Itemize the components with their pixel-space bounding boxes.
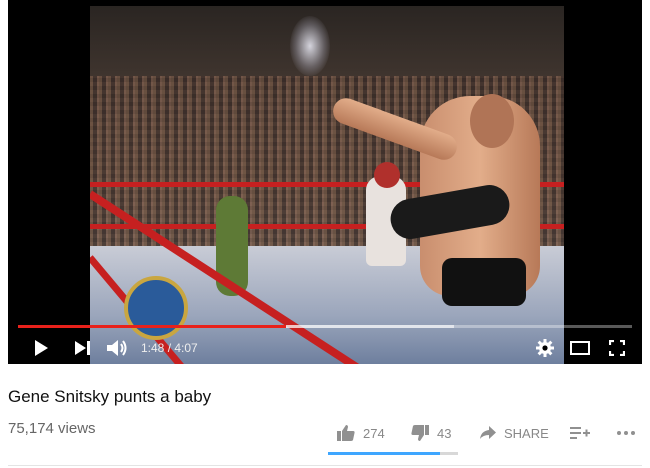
more-options-icon xyxy=(617,431,635,435)
add-to-playlist-icon xyxy=(570,427,590,439)
progress-bar[interactable] xyxy=(18,325,632,328)
share-button[interactable]: SHARE xyxy=(480,422,549,444)
mute-button[interactable] xyxy=(106,338,130,358)
fullscreen-button[interactable] xyxy=(606,338,628,358)
player-controls: 1:48 / 4:07 xyxy=(8,334,642,362)
referee-head xyxy=(374,162,400,188)
like-button[interactable]: 274 xyxy=(337,422,385,444)
video-title: Gene Snitsky punts a baby xyxy=(8,387,212,406)
time-display: 1:48 / 4:07 xyxy=(141,341,198,355)
event-logo xyxy=(124,276,188,340)
divider xyxy=(8,465,642,466)
share-label: SHARE xyxy=(504,425,549,441)
next-button[interactable] xyxy=(72,338,94,358)
next-icon xyxy=(75,341,90,355)
add-to-playlist-button[interactable] xyxy=(570,422,590,444)
arena-light xyxy=(290,16,330,76)
wrestler-head xyxy=(470,94,514,148)
view-count: 75,174 views xyxy=(8,420,96,437)
gear-icon xyxy=(536,339,554,357)
theater-mode-button[interactable] xyxy=(568,338,592,358)
theater-mode-icon xyxy=(570,341,590,355)
wrestler-trunks xyxy=(442,258,526,306)
sentiment-bar xyxy=(328,452,458,455)
progress-played xyxy=(18,325,287,328)
video-frame[interactable] xyxy=(90,6,564,364)
volume-icon xyxy=(107,340,127,356)
settings-button[interactable] xyxy=(534,338,556,358)
play-button[interactable] xyxy=(30,338,52,358)
video-player[interactable]: 1:48 / 4:07 xyxy=(8,0,642,364)
dislike-count: 43 xyxy=(437,425,452,441)
thumbs-up-icon xyxy=(337,425,355,441)
thumbs-down-icon xyxy=(411,425,429,441)
dislike-button[interactable]: 43 xyxy=(411,422,451,444)
share-arrow-icon xyxy=(480,426,496,439)
fullscreen-icon xyxy=(609,340,625,356)
sentiment-like-fill xyxy=(328,452,441,455)
like-count: 274 xyxy=(363,425,385,441)
play-icon xyxy=(35,340,48,356)
more-options-button[interactable] xyxy=(617,422,635,444)
